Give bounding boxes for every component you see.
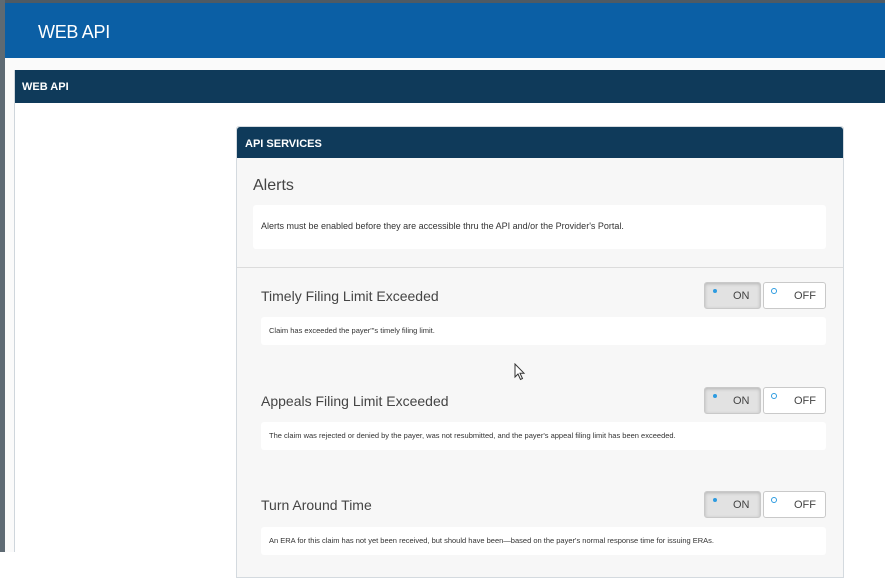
alert-title-turn-around-time: Turn Around Time (261, 497, 372, 513)
toggle-off-label: OFF (794, 395, 816, 407)
app-title: WEB API (38, 22, 110, 42)
divider (237, 267, 843, 268)
app-header: WEB API (5, 3, 885, 58)
alert-title-timely-filing: Timely Filing Limit Exceeded (261, 288, 439, 304)
page-area: WEB API API SERVICES Alerts Alerts must … (5, 58, 885, 578)
radio-selected-icon (713, 498, 717, 502)
alert-description-turn-around-time: An ERA for this claim has not yet been r… (269, 536, 715, 545)
section-header: WEB API (15, 70, 885, 103)
toggle-off-appeals-filing[interactable]: OFF (763, 387, 826, 414)
radio-selected-icon (713, 289, 717, 293)
toggle-off-label: OFF (794, 499, 816, 511)
toggle-off-turn-around-time[interactable]: OFF (763, 491, 826, 518)
toggle-on-label: ON (733, 290, 750, 302)
toggle-on-appeals-filing[interactable]: ON (704, 387, 761, 414)
radio-unselected-icon (771, 497, 777, 503)
section-title: WEB API (22, 81, 69, 93)
radio-selected-icon (713, 394, 717, 398)
radio-unselected-icon (771, 288, 777, 294)
alert-description-box: The claim was rejected or denied by the … (261, 422, 826, 450)
api-services-title: API SERVICES (245, 138, 322, 150)
alerts-heading: Alerts (253, 177, 294, 194)
alerts-note-box: Alerts must be enabled before they are a… (253, 205, 826, 249)
toggle-on-turn-around-time[interactable]: ON (704, 491, 761, 518)
toggle-off-label: OFF (794, 290, 816, 302)
alert-description-box: An ERA for this claim has not yet been r… (261, 527, 826, 555)
alert-description-appeals-filing: The claim was rejected or denied by the … (269, 431, 676, 440)
alerts-note-text: Alerts must be enabled before they are a… (261, 221, 624, 231)
alert-title-appeals-filing: Appeals Filing Limit Exceeded (261, 393, 449, 409)
toggle-on-label: ON (733, 395, 750, 407)
mouse-pointer-icon (514, 363, 526, 381)
toggle-on-label: ON (733, 499, 750, 511)
api-services-header: API SERVICES (237, 127, 843, 158)
alert-description-timely-filing: Claim has exceeded the payer'"s timely f… (269, 326, 435, 335)
toggle-off-timely-filing[interactable]: OFF (763, 282, 826, 309)
alert-description-box: Claim has exceeded the payer'"s timely f… (261, 317, 826, 345)
api-services-panel: API SERVICES Alerts Alerts must be enabl… (236, 126, 844, 578)
page-card: WEB API API SERVICES Alerts Alerts must … (14, 70, 885, 578)
radio-unselected-icon (771, 393, 777, 399)
toggle-on-timely-filing[interactable]: ON (704, 282, 761, 309)
